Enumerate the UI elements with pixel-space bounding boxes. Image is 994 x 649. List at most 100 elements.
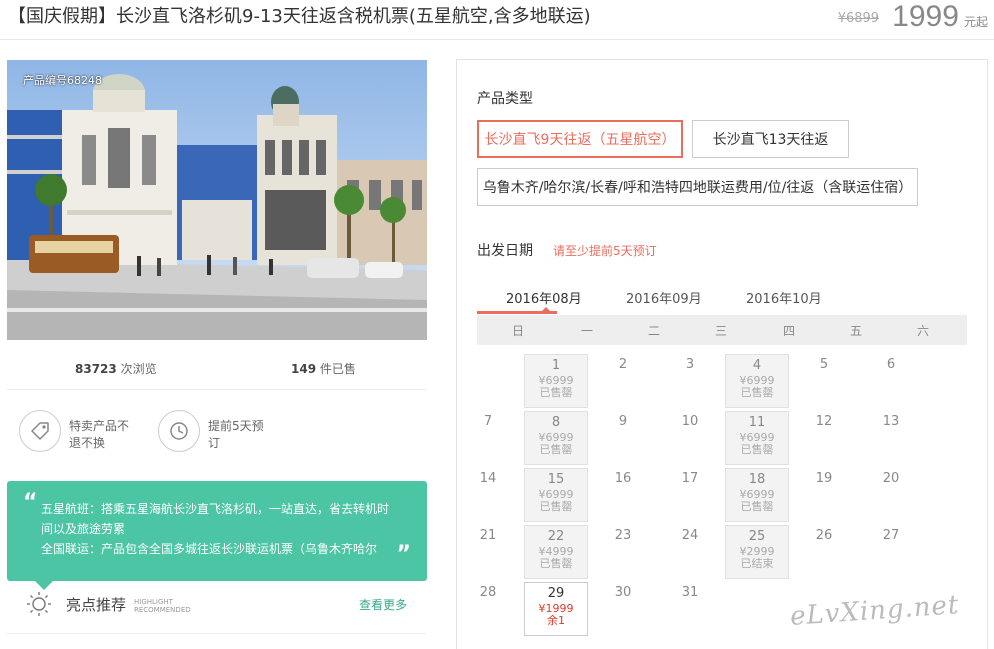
calendar-day[interactable]: 2 <box>591 354 655 408</box>
page-title: 【国庆假期】长沙直飞洛杉矶9-13天往返含税机票(五星航空,含多地联运) <box>8 6 591 27</box>
calendar-day[interactable]: 15 ¥6999 已售罄 <box>524 468 588 522</box>
day-number: 26 <box>815 528 833 543</box>
day-number: 19 <box>815 471 833 486</box>
caret-up-icon <box>541 307 551 312</box>
day-number: 18 <box>748 472 766 487</box>
day-number: 3 <box>685 357 695 372</box>
calendar-day[interactable]: 30 <box>591 582 655 636</box>
day-number: 4 <box>752 358 762 373</box>
calendar-day[interactable]: 17 <box>658 468 722 522</box>
calendar-day[interactable]: 14 <box>456 468 520 522</box>
highlight-title: 亮点推荐 <box>66 596 127 614</box>
day-number: 12 <box>815 414 833 429</box>
calendar-day[interactable]: 13 <box>859 411 923 465</box>
highlight-header: 亮点推荐 HIGHLIGHT RECOMMENDED 查看更多 <box>7 588 427 634</box>
day-number: 29 <box>547 586 565 601</box>
calendar-day[interactable]: 26 <box>792 525 856 579</box>
day-number: 22 <box>547 529 565 544</box>
day-number: 14 <box>479 471 497 486</box>
day-number: 21 <box>479 528 497 543</box>
highlight-title-en: HIGHLIGHT RECOMMENDED <box>134 598 191 614</box>
calendar-day[interactable]: 29 ¥1999 余1 <box>524 582 588 636</box>
day-number: 7 <box>483 414 493 429</box>
day-number: 2 <box>618 357 628 372</box>
tab-month-oct[interactable]: 2016年10月 <box>746 288 822 307</box>
type-option-13day[interactable]: 长沙直飞13天往返 <box>692 120 849 158</box>
calendar-day[interactable]: 16 <box>591 468 655 522</box>
day-status: 余1 <box>547 614 565 627</box>
calendar-day[interactable]: 7 <box>456 411 520 465</box>
feature-badges: 特卖产品不退不换 提前5天预订 <box>7 410 427 470</box>
header: 【国庆假期】长沙直飞洛杉矶9-13天往返含税机票(五星航空,含多地联运) ¥68… <box>0 0 994 40</box>
view-count-number: 83723 <box>75 362 117 376</box>
sold-count: 149 件已售 <box>291 360 356 377</box>
tab-month-sep[interactable]: 2016年09月 <box>626 288 702 307</box>
day-status: 已售罄 <box>539 557 573 570</box>
calendar-day[interactable]: 12 <box>792 411 856 465</box>
day-number: 10 <box>681 414 699 429</box>
calendar-day[interactable]: 22 ¥4999 已售罄 <box>524 525 588 579</box>
stats-row: 83723 次浏览 149 件已售 <box>7 350 427 390</box>
clock-icon <box>158 410 200 452</box>
street-scene-image <box>7 60 427 340</box>
tab-month-aug[interactable]: 2016年08月 <box>506 288 582 307</box>
calendar-day[interactable]: 28 <box>456 582 520 636</box>
calendar-day[interactable]: 10 <box>658 411 722 465</box>
feature-no-refund: 特卖产品不退不换 <box>19 410 135 452</box>
weekday: 四 <box>782 324 795 338</box>
calendar-day[interactable]: 27 <box>859 525 923 579</box>
quote-close-icon: ” <box>396 542 411 567</box>
current-price: 1999 <box>892 0 959 33</box>
highlight-en-line-2: RECOMMENDED <box>134 606 191 614</box>
day-status: 已售罄 <box>539 443 573 456</box>
type-option-9day[interactable]: 长沙直飞9天往返（五星航空） <box>477 120 683 158</box>
calendar-day[interactable]: 18 ¥6999 已售罄 <box>725 468 789 522</box>
calendar-day[interactable]: 23 <box>591 525 655 579</box>
weekday: 一 <box>580 324 593 338</box>
type-option-connection[interactable]: 乌鲁木齐/哈尔滨/长春/呼和浩特四地联运费用/位/往返（含联运住宿） <box>477 168 918 206</box>
price-unit: 元起 <box>963 15 988 29</box>
calendar-day[interactable]: 9 <box>591 411 655 465</box>
product-number: 产品编号68248 <box>23 74 102 87</box>
view-count-label: 次浏览 <box>120 362 157 376</box>
see-more-link[interactable]: 查看更多 <box>359 596 407 613</box>
calendar-day[interactable]: 31 <box>658 582 722 636</box>
highlight-line-2: 全国联运：产品包含全国多城往返长沙联运机票（乌鲁木齐哈尔 <box>41 542 378 556</box>
day-number: 24 <box>681 528 699 543</box>
day-number: 11 <box>748 415 766 430</box>
day-status: 已售罄 <box>539 500 573 513</box>
day-number: 13 <box>882 414 900 429</box>
day-number: 28 <box>479 585 497 600</box>
view-count: 83723 次浏览 <box>75 360 157 377</box>
day-number: 15 <box>547 472 565 487</box>
calendar-day[interactable]: 3 <box>658 354 722 408</box>
day-status: 已售罄 <box>740 443 774 456</box>
calendar-day[interactable]: 25 ¥2999 已结束 <box>725 525 789 579</box>
day-number: 5 <box>819 357 829 372</box>
calendar-day[interactable]: 1 ¥6999 已售罄 <box>524 354 588 408</box>
calendar-day[interactable]: 6 <box>859 354 923 408</box>
day-status: 已结束 <box>740 557 774 570</box>
feature-text: 提前5天预订 <box>208 419 264 450</box>
calendar-day[interactable]: 5 <box>792 354 856 408</box>
day-number: 20 <box>882 471 900 486</box>
booking-panel: 产品类型 长沙直飞9天往返（五星航空） 长沙直飞13天往返 乌鲁木齐/哈尔滨/长… <box>456 59 988 649</box>
calendar-day[interactable]: 4 ¥6999 已售罄 <box>725 354 789 408</box>
tag-icon <box>19 410 61 452</box>
calendar-day[interactable]: 21 <box>456 525 520 579</box>
booking-note: 请至少提前5天预订 <box>553 244 657 258</box>
calendar-day[interactable]: 8 ¥6999 已售罄 <box>524 411 588 465</box>
day-status: 已售罄 <box>740 500 774 513</box>
calendar-day[interactable]: 20 <box>859 468 923 522</box>
quote-open-icon: “ <box>23 490 38 515</box>
feature-text: 特卖产品不退不换 <box>69 419 130 450</box>
highlight-card: “ 五星航班：搭乘五星海航长沙直飞洛杉矶，一站直达，省去转机时间以及旅途劳累 全… <box>7 481 427 581</box>
weekday: 五 <box>849 324 862 338</box>
calendar-day[interactable]: 19 <box>792 468 856 522</box>
calendar-day[interactable]: 11 ¥6999 已售罄 <box>725 411 789 465</box>
sold-count-number: 149 <box>291 362 317 376</box>
calendar-day[interactable]: 24 <box>658 525 722 579</box>
day-number: 9 <box>618 414 628 429</box>
day-number: 1 <box>551 358 561 373</box>
product-photo[interactable]: 产品编号68248 <box>7 60 427 340</box>
